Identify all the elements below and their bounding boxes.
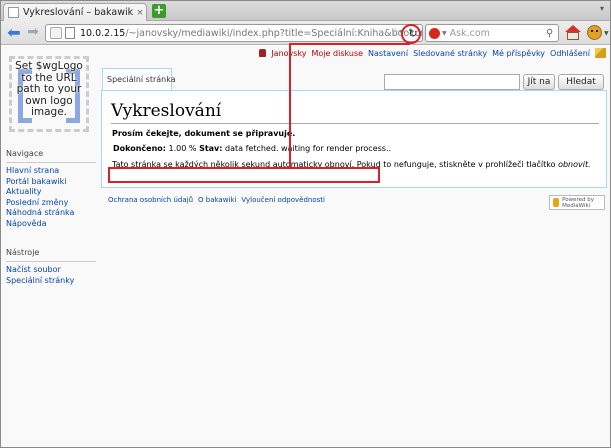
status-done-value: 1.00 % xyxy=(168,144,197,153)
back-arrow-icon[interactable]: ⬅ xyxy=(5,24,23,42)
footer-privacy-link[interactable]: Ochrana osobních údajů xyxy=(108,196,193,204)
status-state-label: Stav: xyxy=(199,144,223,153)
web-search-bar[interactable]: ▼ Ask.com ⚲ xyxy=(425,24,559,42)
sidebar-item-portal[interactable]: Portál bakawiki xyxy=(6,177,96,188)
render-status: Dokončeno: 1.00 % Stav: data fetched. wa… xyxy=(111,143,393,156)
powered-by-mediawiki-badge[interactable]: Powered by MediaWiki xyxy=(549,195,605,210)
page-title: Vykreslování xyxy=(111,101,222,121)
sidebar-item-random-page[interactable]: Náhodná stránka xyxy=(6,208,96,219)
my-talk-link[interactable]: Moje diskuse xyxy=(312,49,364,58)
sidebar-item-main-page[interactable]: Hlavní strana xyxy=(6,166,96,177)
navigation-toolbar: ⬅ ➡ 10.0.2.15 /~janovsky/mediawiki/index… xyxy=(1,21,610,45)
refresh-note-action: obnovit. xyxy=(558,160,591,169)
footer-links: Ochrana osobních údajů O bakawiki Vylouč… xyxy=(108,196,325,204)
page-favicon-icon xyxy=(8,7,19,18)
sidebar-item-help[interactable]: Nápověda xyxy=(6,219,96,230)
browser-tab[interactable]: Vykreslování – bakawiki × xyxy=(3,3,147,21)
sidebar-item-upload-file[interactable]: Načíst soubor xyxy=(6,265,96,276)
status-state-value: data fetched. waiting for render process… xyxy=(225,144,392,153)
personal-tools: Janovsky Moje diskuse Nastavení Sledovan… xyxy=(259,48,606,58)
search-engine-icon[interactable] xyxy=(429,27,440,39)
tools-portal: Nástroje Načíst soubor Speciální stránky xyxy=(6,248,96,286)
footer-disclaimer-link[interactable]: Vyloučení odpovědnosti xyxy=(241,196,325,204)
engine-chevron-icon[interactable]: ▼ xyxy=(442,30,447,37)
mediawiki-icon xyxy=(553,198,560,207)
wiki-page: Set $wgLogo to the URL path to your own … xyxy=(1,46,610,447)
wiki-search-input[interactable] xyxy=(384,74,520,90)
extension-icon[interactable] xyxy=(587,25,602,40)
tools-title: Nástroje xyxy=(6,248,96,262)
title-divider xyxy=(111,123,599,124)
wiki-logo[interactable]: Set $wgLogo to the URL path to your own … xyxy=(9,56,89,132)
user-icon xyxy=(259,49,267,57)
url-host: 10.0.2.15 xyxy=(80,27,126,39)
url-bar[interactable]: 10.0.2.15 /~janovsky/mediawiki/index.php… xyxy=(45,24,423,42)
tab-special-page[interactable]: Speciální stránka xyxy=(102,68,176,90)
home-icon[interactable] xyxy=(564,25,582,41)
page-icon xyxy=(65,27,75,39)
callout-line-horizontal xyxy=(289,43,410,45)
tab-bar: Vykreslování – bakawiki × + ▾ xyxy=(1,1,610,21)
sidebar-item-news[interactable]: Aktuality xyxy=(6,187,96,198)
preferences-link[interactable]: Nastavení xyxy=(368,49,408,58)
url-path: /~janovsky/mediawiki/index.php?title=Spe… xyxy=(125,27,423,39)
footer-about-link[interactable]: O bakawiki xyxy=(198,196,236,204)
logo-placeholder-text: Set $wgLogo to the URL path to your own … xyxy=(15,60,83,118)
tab-title: Vykreslování – bakawiki xyxy=(23,7,134,18)
site-identity-icon[interactable] xyxy=(50,27,62,39)
sidebar-item-recent-changes[interactable]: Poslední změny xyxy=(6,198,96,209)
extension-chevron-icon[interactable]: ▼ xyxy=(604,30,609,37)
powered-by-text: Powered by MediaWiki xyxy=(562,196,594,209)
wait-message: Prosím čekejte, dokument se připravuje. xyxy=(112,129,296,138)
watchlist-link[interactable]: Sledované stránky xyxy=(413,49,487,58)
callout-line-vertical xyxy=(289,43,291,167)
my-contributions-link[interactable]: Mé příspěvky xyxy=(492,49,545,58)
new-tab-button[interactable]: + xyxy=(152,4,166,18)
navigation-portal: Navigace Hlavní strana Portál bakawiki A… xyxy=(6,149,96,229)
web-search-input[interactable]: Ask.com xyxy=(450,28,546,39)
tab-list-chevron-icon[interactable]: ▾ xyxy=(600,4,604,13)
reload-highlight-circle xyxy=(401,24,421,44)
go-button[interactable]: Jít na xyxy=(523,74,555,90)
status-done-label: Dokončeno: xyxy=(113,144,166,153)
tab-close-icon[interactable]: × xyxy=(134,8,146,18)
status-highlight-box xyxy=(108,167,380,183)
search-button[interactable]: Hledat xyxy=(558,74,604,90)
logout-link[interactable]: Odhlášení xyxy=(550,49,590,58)
browser-window: Vykreslování – bakawiki × + ▾ ⬅ ➡ 10.0.2… xyxy=(0,0,611,448)
search-icon[interactable]: ⚲ xyxy=(546,28,558,39)
navigation-title: Navigace xyxy=(6,149,96,163)
forward-arrow-icon[interactable]: ➡ xyxy=(25,24,41,42)
book-icon[interactable] xyxy=(595,48,606,58)
sidebar-item-special-pages[interactable]: Speciální stránky xyxy=(6,276,96,287)
